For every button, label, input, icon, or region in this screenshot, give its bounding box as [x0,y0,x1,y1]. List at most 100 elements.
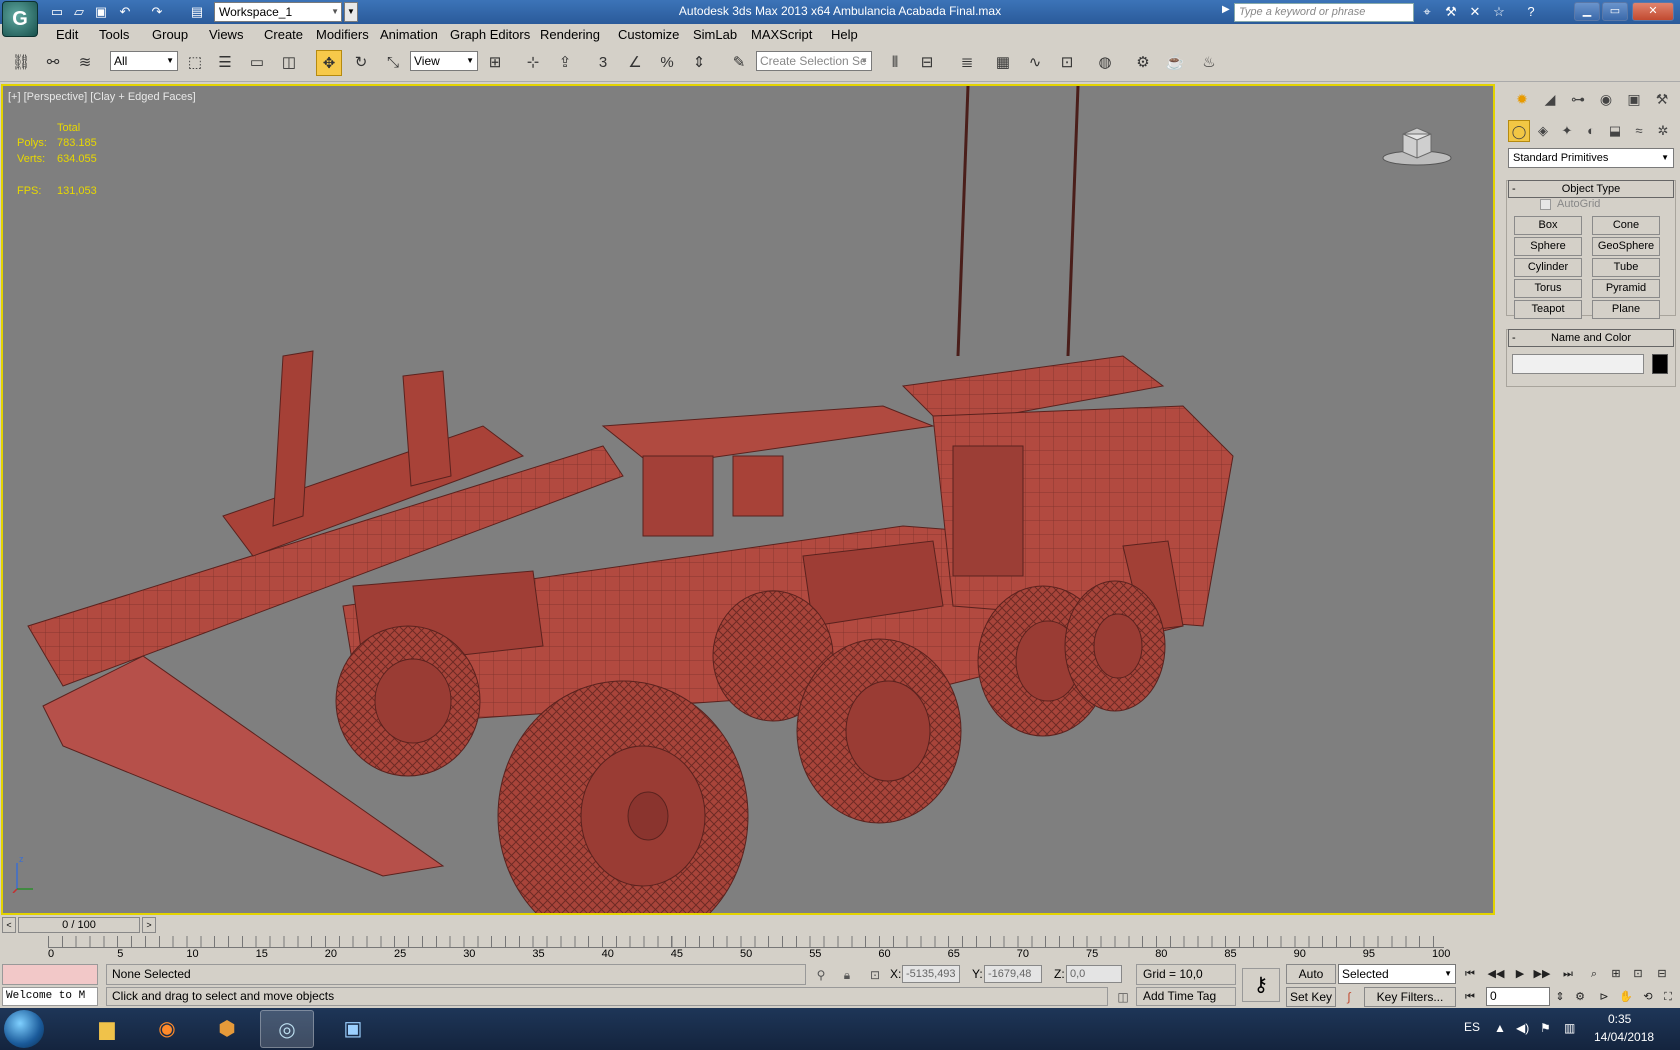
z-coordinate-field[interactable]: 0,0 [1066,965,1122,983]
menu-modifiers[interactable]: Modifiers [316,27,369,42]
pivot-center-icon[interactable]: ⊞ [482,50,508,76]
cylinder-button[interactable]: Cylinder [1514,258,1582,277]
cube-app-icon[interactable]: ⬢ [200,1010,254,1048]
add-time-tag[interactable]: Add Time Tag [1136,987,1236,1006]
helpers-category-icon[interactable]: ⬓ [1604,120,1626,142]
help-icon[interactable]: ? [1522,3,1540,21]
current-frame-field[interactable]: 0 [1486,987,1550,1006]
selection-lock-icon[interactable]: 🔒︎ [838,966,856,984]
application-logo-icon[interactable]: G [2,1,38,37]
communication-center-icon[interactable]: ✕ [1466,3,1484,21]
viewcube-icon[interactable] [1381,124,1453,168]
play-animation-icon[interactable]: ▶ [1510,964,1530,984]
y-coordinate-field[interactable]: -1679,48 [984,965,1042,983]
add-time-tag-icon[interactable]: ◫ [1114,988,1132,1006]
menu-customize[interactable]: Customize [618,27,679,42]
file-explorer-icon[interactable]: ▆ [80,1010,134,1048]
menu-tools[interactable]: Tools [99,27,129,42]
systems-category-icon[interactable]: ✲ [1652,120,1674,142]
pyramid-button[interactable]: Pyramid [1592,279,1660,298]
menu-graph-editors[interactable]: Graph Editors [450,27,530,42]
select-and-rotate-icon[interactable]: ↻ [348,50,374,76]
tray-expand-icon[interactable]: ▲ [1494,1021,1506,1035]
previous-frame-icon[interactable]: ◀◀ [1486,964,1506,984]
go-to-end-icon[interactable]: ⏭ [1558,964,1578,984]
save-file-icon[interactable]: ▣ [92,3,110,21]
next-frame-icon[interactable]: ▶▶ [1532,964,1552,984]
schematic-view-icon[interactable]: ⊡ [1054,50,1080,76]
display-tab-icon[interactable]: ▣ [1622,88,1646,110]
workspace-dropdown[interactable]: Workspace_1 ▼ [214,2,342,22]
rendered-frame-window-icon[interactable]: ☕ [1162,50,1188,76]
modify-tab-icon[interactable]: ◢ [1538,88,1562,110]
layer-manager-icon[interactable]: ≣ [954,50,980,76]
geometry-category-icon[interactable]: ◯ [1508,120,1530,142]
menu-help[interactable]: Help [831,27,858,42]
auto-key-button[interactable]: Auto Key [1286,964,1336,999]
time-configuration-icon[interactable]: ⚙ [1570,987,1590,1007]
snaps-toggle-icon[interactable]: 3 [590,50,616,76]
search-input[interactable]: Type a keyword or phrase [1234,3,1414,22]
x-coordinate-field[interactable]: -5135,493 [902,965,960,983]
plane-button[interactable]: Plane [1592,300,1660,319]
graphite-toolbar-icon[interactable]: ▦ [990,50,1016,76]
mirror-icon[interactable]: ⫴ [882,50,908,76]
menu-views[interactable]: Views [209,27,243,42]
select-by-name-icon[interactable]: ☰ [212,50,238,76]
go-to-start-icon[interactable]: ⏮ [1460,964,1480,984]
maximize-button[interactable]: ▭ [1602,2,1628,21]
percent-snap-icon[interactable]: % [654,50,680,76]
torus-button[interactable]: Torus [1514,279,1582,298]
key-mode-toggle-icon[interactable]: ⏮ [1460,987,1480,1007]
open-file-icon[interactable]: ▱ [70,3,88,21]
maximize-viewport-icon[interactable]: ⛶ [1658,987,1678,1007]
bind-to-space-warp-icon[interactable]: ≋ [72,50,98,76]
motion-tab-icon[interactable]: ◉ [1594,88,1618,110]
pan-view-icon[interactable]: ✋ [1616,987,1636,1007]
orbit-icon[interactable]: ⟲ [1638,987,1658,1007]
box-button[interactable]: Box [1514,216,1582,235]
cone-button[interactable]: Cone [1592,216,1660,235]
action-center-icon[interactable]: ⚑ [1540,1021,1551,1035]
spinner-snap-icon[interactable]: ⇕ [686,50,712,76]
select-object-icon[interactable]: ⬚ [182,50,208,76]
maxscript-mini-listener[interactable]: Welcome to M [2,987,98,1006]
zoom-extents-icon[interactable]: ⊡ [1628,964,1648,984]
named-selection-dropdown[interactable]: Create Selection Se ▼ [756,51,872,71]
menu-animation[interactable]: Animation [380,27,438,42]
close-button[interactable]: ✕ [1632,2,1674,21]
material-editor-icon[interactable]: ◍ [1092,50,1118,76]
window-crossing-icon[interactable]: ◫ [276,50,302,76]
time-slider[interactable]: < 0 / 100 > [0,917,1500,933]
space-warps-category-icon[interactable]: ≈ [1628,120,1650,142]
clock-date[interactable]: 14/04/2018 [1594,1030,1654,1044]
image-viewer-icon[interactable]: ▣ [326,1010,380,1048]
clock-time[interactable]: 0:35 [1608,1012,1631,1026]
absolute-mode-icon[interactable]: ⊡ [866,966,884,984]
shapes-category-icon[interactable]: ◈ [1532,120,1554,142]
rectangular-selection-icon[interactable]: ▭ [244,50,270,76]
keyboard-shortcut-override-icon[interactable]: ⇪ [552,50,578,76]
tube-button[interactable]: Tube [1592,258,1660,277]
object-type-rollout-header[interactable]: - Object Type [1508,180,1674,198]
autogrid-checkbox[interactable]: AutoGrid [1540,198,1600,210]
search-expand-icon[interactable]: ▶ [1222,4,1230,15]
new-file-icon[interactable]: ▭ [48,3,66,21]
teapot-button[interactable]: Teapot [1514,300,1582,319]
track-bar[interactable]: 0 5 10 15 20 25 30 35 40 45 50 55 60 65 70 75 80 85 90 95 10… [0,934,1460,962]
edit-named-selection-icon[interactable]: ✎ [726,50,752,76]
angle-snap-icon[interactable]: ∠ [622,50,648,76]
time-slider-thumb[interactable]: 0 / 100 [18,917,140,933]
network-icon[interactable]: ▥ [1564,1021,1575,1035]
sphere-button[interactable]: Sphere [1514,237,1582,256]
select-and-move-icon[interactable]: ✥ [316,50,342,76]
minimize-button[interactable]: ▁ [1574,2,1600,21]
undo-icon[interactable]: ↶ [116,3,134,21]
favorites-star-icon[interactable]: ☆ [1490,3,1508,21]
default-in-out-tangents-icon[interactable]: ∫ [1340,988,1358,1006]
select-and-link-icon[interactable]: ⛓ [8,50,34,76]
menu-rendering[interactable]: Rendering [540,27,600,42]
menu-maxscript[interactable]: MAXScript [751,27,812,42]
object-color-swatch[interactable] [1652,354,1668,374]
ambulance-3d-model[interactable] [3,86,1495,915]
